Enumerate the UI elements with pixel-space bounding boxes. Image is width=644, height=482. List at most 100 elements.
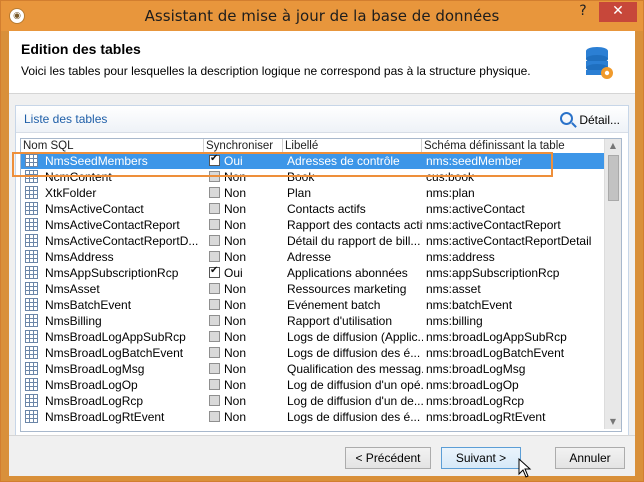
cell-label: Adresses de contrôle [287, 154, 400, 168]
table-row[interactable]: NmsAsset Non Ressources marketing nms:asset [21, 281, 613, 297]
table-row[interactable]: NmsBroadLogBatchEvent Non Logs de diffusio… [21, 345, 613, 361]
table-row[interactable]: NmsBroadLogOp Non Log de diffusion d'un op… [21, 377, 613, 393]
column-header-label[interactable]: Libellé [285, 140, 318, 152]
table-row[interactable]: NmsBroadLogMsg Non Qualification des messa… [21, 361, 613, 377]
cell-sql-name: NmsAddress [45, 250, 114, 264]
vertical-scrollbar[interactable]: ▲ ▼ [604, 139, 621, 429]
cell-label: Ressources marketing [287, 282, 407, 296]
client-area: Edition des tables Voici les tables pour… [9, 31, 635, 476]
table-row[interactable]: NmsActiveContactReportD... Non Détail du r… [21, 233, 613, 249]
panel-title: Liste des tables [24, 112, 108, 126]
table-row[interactable]: NmsActiveContact Non Contacts actifs nms:ac… [21, 201, 613, 217]
cell-sync-value: Non [224, 410, 247, 424]
cell-schema: nms:activeContact [426, 202, 525, 216]
cell-sql-name: NmsBroadLogAppSubRcp [45, 330, 186, 344]
cell-label: Logs de diffusion (Applic... [287, 330, 423, 344]
cell-schema: nms:activeContactReport [426, 218, 561, 232]
table-row[interactable]: NmsBroadLogAppSubRcp Non Logs de diffusion… [21, 329, 613, 345]
table-icon [25, 346, 38, 359]
sync-checkbox[interactable] [209, 171, 220, 182]
search-icon [560, 112, 574, 125]
table-row[interactable]: NmsAppSubscriptionRcp Oui Applications abo… [21, 265, 613, 281]
cell-sync-value: Non [224, 346, 247, 360]
cell-schema: nms:seedMember [426, 154, 523, 168]
cell-sql-name: NmsBroadLogBatchEvent [45, 346, 184, 360]
table-icon [25, 282, 38, 295]
sync-checkbox[interactable] [209, 299, 220, 310]
cell-sql-name: NmsAppSubscriptionRcp [45, 266, 179, 280]
table-row[interactable]: NmsSeedMembers Oui Adresses de contrôle nms… [21, 153, 613, 169]
cell-schema: nms:address [426, 250, 495, 264]
scroll-up-icon[interactable]: ▲ [605, 139, 621, 153]
sync-checkbox[interactable] [209, 363, 220, 374]
scroll-down-icon[interactable]: ▼ [605, 415, 621, 429]
column-header-sync[interactable]: Synchroniser [206, 140, 273, 152]
table-row[interactable]: XtkFolder Non Plan nms:plan [21, 185, 613, 201]
next-button[interactable]: Suivant > [441, 447, 521, 469]
column-separator[interactable] [203, 139, 204, 153]
table-row[interactable]: NmsBroadLogRcp Non Log de diffusion d'un d… [21, 393, 613, 409]
column-header-schema[interactable]: Schéma définissant la table [424, 140, 565, 152]
column-separator[interactable] [282, 139, 283, 153]
sync-checkbox[interactable] [209, 219, 220, 230]
sync-checkbox[interactable] [209, 395, 220, 406]
scroll-thumb[interactable] [608, 155, 619, 201]
sync-checkbox[interactable] [209, 265, 220, 278]
table-icon [25, 250, 38, 263]
sync-checkbox[interactable] [209, 411, 220, 422]
detail-button[interactable]: Détail... [560, 112, 620, 127]
detail-label: Détail... [579, 113, 620, 127]
sync-checkbox[interactable] [209, 315, 220, 326]
sync-checkbox[interactable] [209, 251, 220, 262]
cell-schema: nms:appSubscriptionRcp [426, 266, 560, 280]
table-icon [25, 170, 38, 183]
table-row[interactable]: NmsBatchEvent Non Evénement batch nms:batch… [21, 297, 613, 313]
cell-sync-value: Oui [224, 154, 243, 168]
tables-grid[interactable]: Nom SQL Synchroniser Libellé Schéma défi… [20, 138, 622, 432]
page-title: Edition des tables [21, 41, 141, 57]
sync-checkbox[interactable] [209, 187, 220, 198]
cell-schema: nms:asset [426, 282, 481, 296]
sync-checkbox[interactable] [209, 283, 220, 294]
cell-sync-value: Non [224, 378, 247, 392]
sync-checkbox[interactable] [209, 379, 220, 390]
table-icon [25, 410, 38, 423]
table-icon [25, 394, 38, 407]
table-icon [25, 234, 38, 247]
cell-schema: nms:broadLogAppSubRcp [426, 330, 567, 344]
sync-checkbox[interactable] [209, 331, 220, 342]
cell-sql-name: NmsBroadLogRtEvent [45, 410, 165, 424]
cell-sql-name: NcmContent [45, 170, 112, 184]
table-row[interactable]: NmsAddress Non Adresse nms:address [21, 249, 613, 265]
cell-sql-name: NmsAsset [45, 282, 100, 296]
sync-checkbox[interactable] [209, 347, 220, 358]
previous-button[interactable]: < Précédent [345, 447, 431, 469]
wizard-footer: < Précédent Suivant > Annuler [9, 435, 635, 476]
cell-label: Book [287, 170, 315, 184]
help-button[interactable]: ? [570, 2, 596, 22]
sync-checkbox[interactable] [209, 235, 220, 246]
table-icon [25, 378, 38, 391]
cell-schema: nms:broadLogBatchEvent [426, 346, 565, 360]
table-row[interactable]: NcmContent Non Book cus:book [21, 169, 613, 185]
cell-label: Plan [287, 186, 312, 200]
cell-sql-name: NmsActiveContactReportD... [45, 234, 199, 248]
sync-checkbox[interactable] [209, 203, 220, 214]
panel-toolbar: Liste des tables Détail... [16, 106, 628, 133]
column-header-sql-name[interactable]: Nom SQL [23, 140, 74, 152]
column-separator[interactable] [421, 139, 422, 153]
table-icon [25, 154, 38, 167]
table-row[interactable]: NmsActiveContactReport Non Rapport des con… [21, 217, 613, 233]
table-row[interactable]: NmsBilling Non Rapport d'utilisation nms:bi… [21, 313, 613, 329]
cell-schema: nms:activeContactReportDetail [426, 234, 592, 248]
cell-label: Log de diffusion d'un de... [287, 394, 423, 408]
cell-schema: nms:broadLogRcp [426, 394, 525, 408]
table-row[interactable]: NmsBroadLogRtEvent Non Logs de diffusion d… [21, 409, 613, 425]
table-icon [25, 186, 38, 199]
cell-schema: nms:broadLogOp [426, 378, 519, 392]
cell-schema: nms:plan [426, 186, 475, 200]
close-button[interactable]: ✕ [599, 2, 637, 22]
cancel-button[interactable]: Annuler [555, 447, 625, 469]
sync-checkbox[interactable] [209, 153, 220, 166]
cell-schema: nms:broadLogRtEvent [426, 410, 546, 424]
